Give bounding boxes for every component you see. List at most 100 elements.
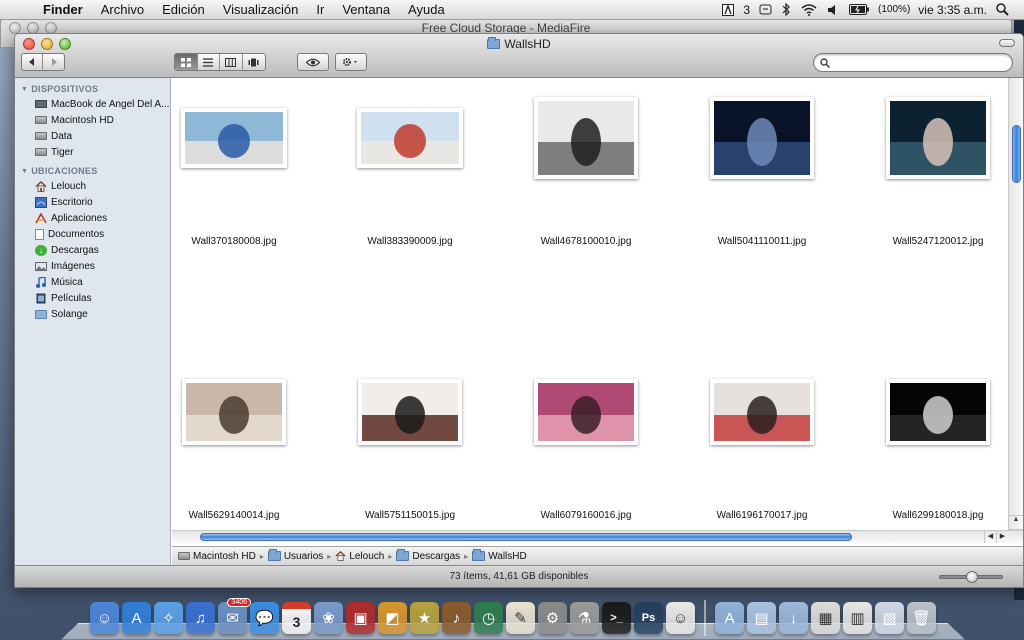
file-thumbnail[interactable] <box>358 379 462 445</box>
file-item[interactable]: Wall6299180018.jpg <box>884 379 992 521</box>
menu-ventana[interactable]: Ventana <box>333 2 399 17</box>
sidebar-item-peliculas[interactable]: Películas <box>15 290 170 306</box>
ichat-icon[interactable]: 💬 <box>250 602 279 634</box>
menu-app-finder[interactable]: Finder <box>34 2 92 17</box>
menubar-clock[interactable]: vie 3:35 a.m. <box>914 3 991 17</box>
preview-icon[interactable]: ◩ <box>378 602 407 634</box>
mail-icon[interactable]: ✉ 3406 <box>218 598 251 634</box>
file-item[interactable]: Wall5041110011.jpg <box>708 97 816 247</box>
scroll-right-arrow-icon[interactable]: ▶ <box>996 531 1008 543</box>
safari-icon[interactable]: ✧ <box>154 602 183 634</box>
sidebar-header-places[interactable]: ▼ UBICACIONES <box>15 164 170 178</box>
imovie-icon[interactable]: ★ <box>410 602 439 634</box>
menu-archivo[interactable]: Archivo <box>92 2 153 17</box>
icon-view-button[interactable] <box>175 54 198 70</box>
ical-icon[interactable]: 3 <box>282 602 311 634</box>
file-item[interactable]: Wall6196170017.jpg <box>708 379 816 521</box>
finder-icon[interactable]: ☺ <box>90 602 119 634</box>
adobe-updater-icon[interactable] <box>717 3 739 16</box>
file-item[interactable]: Wall5629140014.jpg <box>180 379 288 521</box>
toolbar-toggle-button[interactable] <box>999 39 1015 47</box>
spotlight-search-icon[interactable] <box>991 3 1014 16</box>
quick-look-button[interactable] <box>298 54 328 70</box>
textedit-icon[interactable]: ✎ <box>506 602 535 634</box>
scroll-left-arrow-icon[interactable]: ◀ <box>984 531 996 543</box>
path-segment-lelouch[interactable]: Lelouch <box>335 551 384 562</box>
cover-flow-button[interactable] <box>243 54 265 70</box>
sidebar-item-aplicaciones[interactable]: Aplicaciones <box>15 210 170 226</box>
bluetooth-icon[interactable] <box>777 3 796 16</box>
file-thumbnail[interactable] <box>182 379 286 445</box>
file-thumbnail[interactable] <box>181 108 287 168</box>
icon-size-slider-knob[interactable] <box>966 571 978 583</box>
file-thumbnail[interactable] <box>357 108 463 168</box>
utility-icon[interactable]: ⚗ <box>570 602 599 634</box>
file-thumbnail[interactable] <box>886 379 990 445</box>
sidebar-item-lelouch[interactable]: Lelouch <box>15 178 170 194</box>
search-input[interactable] <box>834 56 1012 69</box>
messages-icon[interactable]: ☺ <box>666 602 695 634</box>
menu-visualizacion[interactable]: Visualización <box>214 2 308 17</box>
column-view-button[interactable] <box>220 54 243 70</box>
battery-icon[interactable] <box>844 4 874 15</box>
file-thumbnail[interactable] <box>534 379 638 445</box>
forward-button[interactable] <box>43 54 64 70</box>
file-browser-content[interactable]: Wall370180008.jpg Wall383390009.jpg Wall46… <box>172 78 1023 543</box>
window-list-icon[interactable] <box>754 4 777 16</box>
path-segment-descargas[interactable]: Descargas <box>396 549 460 562</box>
vertical-scroll-thumb[interactable] <box>1012 125 1021 183</box>
terminal-icon[interactable]: >_ <box>602 602 631 634</box>
disclosure-triangle-icon[interactable]: ▼ <box>21 86 28 93</box>
photo-booth-icon[interactable]: ▣ <box>346 602 375 634</box>
stack-icon[interactable]: ▥ <box>843 602 872 634</box>
horizontal-scroll-thumb[interactable] <box>200 533 852 541</box>
sidebar-item-documentos[interactable]: Documentos <box>15 226 170 242</box>
iphoto-icon[interactable]: ❀ <box>314 602 343 634</box>
sidebar-header-devices[interactable]: ▼ DISPOSITIVOS <box>15 82 170 96</box>
list-view-button[interactable] <box>198 54 220 70</box>
file-item[interactable]: Wall370180008.jpg <box>180 108 288 247</box>
horizontal-scrollbar[interactable]: ◀ ▶ <box>172 530 1023 543</box>
search-field[interactable] <box>813 53 1013 72</box>
file-thumbnail[interactable] <box>534 97 638 179</box>
photoshop-icon[interactable]: Ps <box>634 602 663 634</box>
app-store-icon[interactable]: A <box>122 602 151 634</box>
system-preferences-icon[interactable]: ⚙ <box>538 602 567 634</box>
sidebar-item-musica[interactable]: Música <box>15 274 170 290</box>
path-segment-macintosh-hd[interactable]: Macintosh HD <box>178 551 256 562</box>
sidebar-item-descargas[interactable]: ↓ Descargas <box>15 242 170 258</box>
menu-edicion[interactable]: Edición <box>153 2 214 17</box>
icon-size-slider[interactable] <box>939 571 1003 583</box>
file-item[interactable]: Wall5247120012.jpg <box>884 97 992 247</box>
action-menu-button[interactable] <box>336 54 366 70</box>
menu-ir[interactable]: Ir <box>307 2 333 17</box>
sidebar-item-escritorio[interactable]: Escritorio <box>15 194 170 210</box>
garageband-icon[interactable]: ♪ <box>442 602 471 634</box>
file-item[interactable]: Wall4678100010.jpg <box>532 97 640 247</box>
network-icon[interactable]: ▦ <box>811 602 840 634</box>
file-thumbnail[interactable] <box>886 97 990 179</box>
vertical-scrollbar[interactable]: ▲ ▼ <box>1008 78 1023 543</box>
documents-stack-icon[interactable]: ▤ <box>747 602 776 634</box>
screenshot-icon[interactable]: ▧ <box>875 602 904 634</box>
path-segment-usuarios[interactable]: Usuarios <box>267 549 323 562</box>
menu-ayuda[interactable]: Ayuda <box>399 2 454 17</box>
trash-icon[interactable]: 🗑 <box>907 602 936 634</box>
file-thumbnail[interactable] <box>710 97 814 179</box>
sidebar-item-macintosh-hd[interactable]: Macintosh HD <box>15 112 170 128</box>
sidebar-item-solange[interactable]: Solange <box>15 306 170 322</box>
sidebar-item-data[interactable]: Data <box>15 128 170 144</box>
file-item[interactable]: Wall6079160016.jpg <box>532 379 640 521</box>
applications-stack-icon[interactable]: A <box>715 602 744 634</box>
sidebar-item-macbook[interactable]: MacBook de Angel Del A... <box>15 96 170 112</box>
time-machine-icon[interactable]: ◷ <box>474 602 503 634</box>
scroll-up-arrow-icon[interactable]: ▲ <box>1009 515 1023 529</box>
file-item[interactable]: Wall383390009.jpg <box>356 108 464 247</box>
itunes-icon[interactable]: ♫ <box>186 602 215 634</box>
file-item[interactable]: Wall5751150015.jpg <box>356 379 464 521</box>
sidebar-item-imagenes[interactable]: Imágenes <box>15 258 170 274</box>
disclosure-triangle-icon[interactable]: ▼ <box>21 168 28 175</box>
downloads-stack-icon[interactable]: ↓ <box>779 602 808 634</box>
wifi-icon[interactable] <box>796 3 822 16</box>
volume-icon[interactable] <box>822 4 844 16</box>
